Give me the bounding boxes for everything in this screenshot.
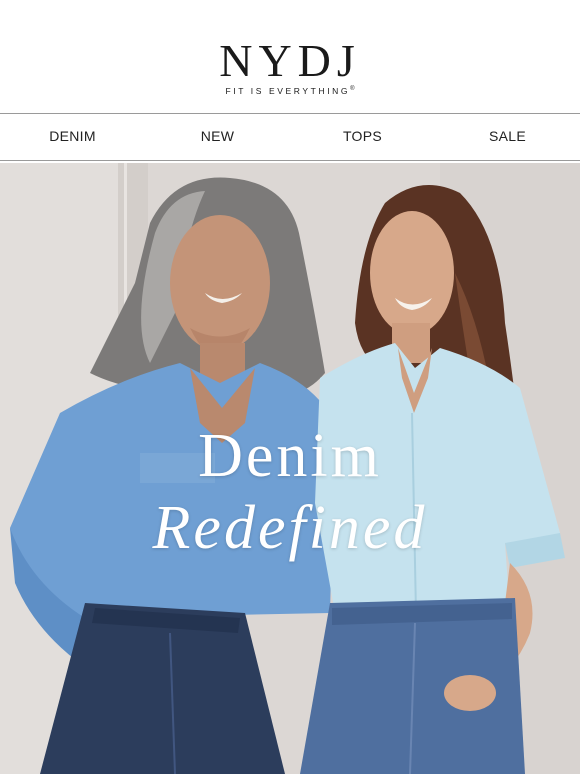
- brand-tagline: FIT IS EVERYTHING®: [0, 86, 580, 96]
- nav-bar: DENIM NEW TOPS SALE: [0, 113, 580, 165]
- nav-link-tops[interactable]: TOPS: [290, 114, 435, 160]
- hero-headline-line2: Redefined: [152, 494, 428, 562]
- hero-banner[interactable]: Denim Redefined: [0, 163, 580, 774]
- trademark-symbol: ®: [350, 86, 355, 93]
- brand-logo[interactable]: NYDJ: [0, 38, 580, 84]
- nav-link-sale[interactable]: SALE: [435, 114, 580, 160]
- tagline-text: FIT IS EVERYTHING: [225, 86, 351, 96]
- email-header: NYDJ FIT IS EVERYTHING®: [0, 0, 580, 113]
- nav-link-new[interactable]: NEW: [145, 114, 290, 160]
- nav-link-denim[interactable]: DENIM: [0, 114, 145, 160]
- hero-headline-line1: Denim: [198, 422, 382, 490]
- nav-links: DENIM NEW TOPS SALE: [0, 114, 580, 160]
